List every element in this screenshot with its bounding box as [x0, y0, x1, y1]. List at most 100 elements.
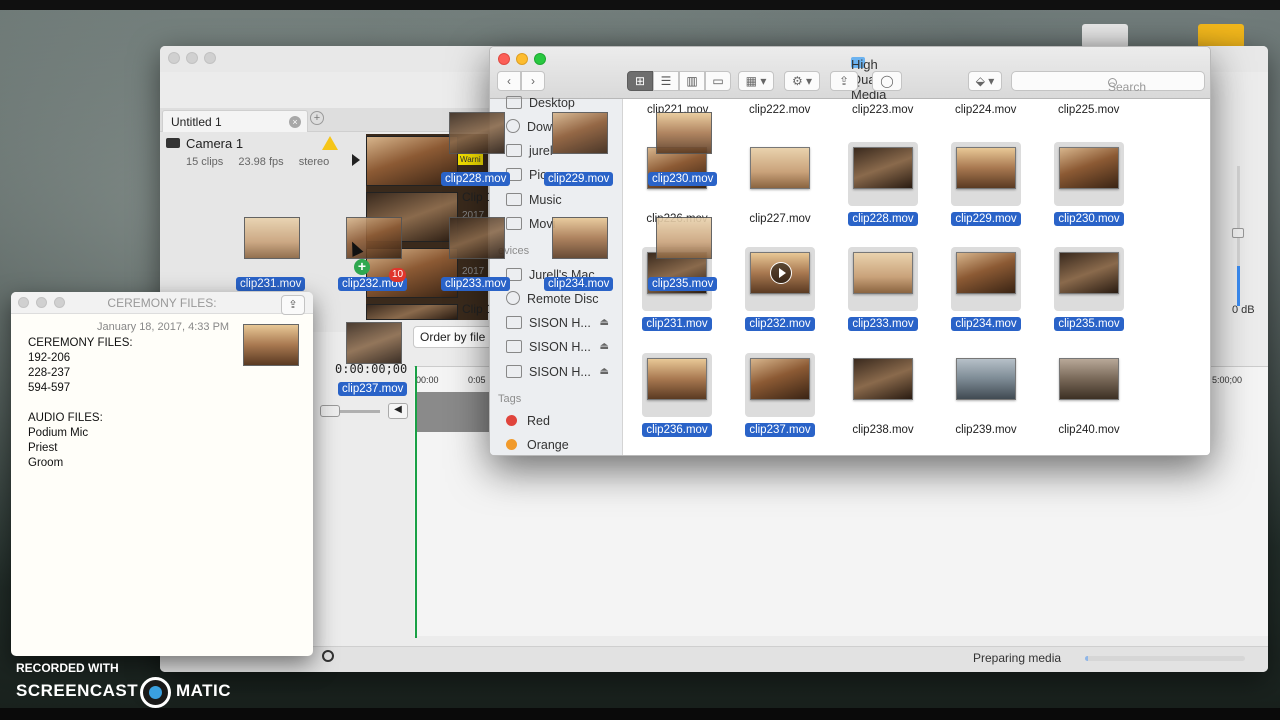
playhead[interactable]: [415, 366, 417, 638]
desktop-folder-icon[interactable]: [1198, 24, 1244, 48]
file-name: clip229.mov: [934, 212, 1038, 226]
finder-title-text: High Quality Media: [851, 57, 891, 102]
desktop-icon: [506, 96, 522, 109]
add-tab-button[interactable]: +: [310, 111, 324, 125]
arrange-button[interactable]: ▦ ▾: [738, 71, 774, 91]
zoom-in-icon[interactable]: [322, 650, 334, 662]
file-name: clip236.mov: [625, 423, 729, 437]
file-name-text: clip234.mov: [951, 317, 1021, 331]
file-name: clip232.mov: [728, 317, 832, 331]
dragged-clip-thumbnail: [656, 217, 712, 259]
drive-icon: [506, 316, 522, 329]
tab-close-icon[interactable]: ×: [289, 116, 301, 128]
action-gear-button[interactable]: ⚙ ▾: [784, 71, 820, 91]
finder-minimize-button[interactable]: [516, 53, 528, 65]
tag-button[interactable]: ◯: [872, 71, 902, 91]
eject-icon[interactable]: ⏏: [600, 362, 609, 382]
share-icon[interactable]: ⇪: [281, 295, 305, 315]
dragged-clip-label: clip235.mov: [648, 277, 718, 291]
sidebar-item-label: Orange: [527, 438, 569, 452]
sidebar-item-drive[interactable]: SISON H... ⏏: [506, 337, 621, 357]
file-item[interactable]: clip240.mov: [1037, 352, 1141, 452]
editor-minimize-button[interactable]: [186, 52, 198, 64]
video-thumbnail: [956, 252, 1016, 294]
sidebar-tag-orange[interactable]: Orange: [506, 435, 621, 455]
audio-waveform[interactable]: [416, 392, 490, 432]
sidebar-item-label: SISON H...: [529, 365, 591, 379]
back-button[interactable]: ‹: [497, 71, 521, 91]
file-item[interactable]: clip230.mov: [1037, 141, 1141, 241]
file-item[interactable]: clip235.mov: [1037, 246, 1141, 346]
eject-icon[interactable]: ⏏: [600, 337, 609, 357]
file-item[interactable]: clip239.mov: [934, 352, 1038, 452]
sidebar-item-label: SISON H...: [529, 340, 591, 354]
cover-flow-button[interactable]: ▭: [705, 71, 731, 91]
warning-icon[interactable]: [322, 136, 338, 150]
file-name-text: clip229.mov: [951, 212, 1021, 226]
search-field[interactable]: Search: [1011, 71, 1205, 94]
sidebar-item-drive[interactable]: SISON H... ⏏: [506, 313, 621, 333]
file-item[interactable]: clip234.mov: [934, 246, 1038, 346]
sidebar-item-desktop[interactable]: Desktop: [506, 93, 621, 113]
strip-frame[interactable]: [366, 304, 458, 320]
file-item[interactable]: clip232.mov: [728, 246, 832, 346]
volume-knob[interactable]: [1232, 228, 1244, 238]
file-item[interactable]: clip229.mov: [934, 141, 1038, 241]
file-name: clip238.mov: [831, 424, 935, 436]
notes-titlebar: CEREMONY FILES: ⇪: [11, 292, 313, 315]
zoom-slider-knob[interactable]: [320, 405, 340, 417]
column-view-button[interactable]: ▥: [679, 71, 705, 91]
video-thumbnail: [750, 147, 810, 189]
drive-icon: [506, 340, 522, 353]
dragged-clip-thumbnail: [449, 112, 505, 154]
file-name: clip227.mov: [728, 213, 832, 225]
sidebar-item-drive[interactable]: SISON H... ⏏: [506, 362, 621, 382]
file-item[interactable]: clip237.mov: [728, 352, 832, 452]
file-item[interactable]: clip227.mov: [728, 141, 832, 241]
file-item[interactable]: clip233.mov: [831, 246, 935, 346]
order-by-file-button[interactable]: Order by file: [413, 326, 493, 348]
share-button[interactable]: ⇪: [830, 71, 858, 91]
editor-zoom-button[interactable]: [204, 52, 216, 64]
file-name-text: clip231.mov: [642, 317, 712, 331]
dragged-clip: clip237.mov: [338, 322, 414, 406]
disclosure-triangle-icon[interactable]: [352, 154, 360, 166]
sidebar-tag-red[interactable]: Red: [506, 411, 621, 431]
status-text: Preparing media: [973, 651, 1062, 665]
file-name: clip233.mov: [831, 317, 935, 331]
play-icon[interactable]: [770, 262, 792, 284]
notes-title: CEREMONY FILES:: [107, 296, 217, 310]
search-placeholder: Search: [1108, 80, 1147, 94]
dragged-clip-label: clip231.mov: [236, 277, 306, 291]
ruler-tick: 0:05: [468, 375, 486, 385]
dropbox-button[interactable]: ⬙ ▾: [968, 71, 1002, 91]
project-tab-title: Untitled 1: [171, 115, 222, 129]
finder-close-button[interactable]: [498, 53, 510, 65]
finder-toolbar: High Quality Media ‹ › ⊞ ☰ ▥ ▭ ▦ ▾ ⚙ ▾ ⇪…: [490, 47, 1210, 102]
watermark-brand-right: MATIC: [176, 681, 232, 700]
file-item[interactable]: clip236.mov: [625, 352, 729, 452]
file-name-text: clip236.mov: [642, 423, 712, 437]
note-line: 594-597: [28, 382, 71, 394]
camera-row[interactable]: Camera 1 15 clips 23.98 fps stereo: [164, 134, 364, 174]
video-thumbnail: [1059, 358, 1119, 400]
dragged-clip-thumbnail: [552, 112, 608, 154]
finder-zoom-button[interactable]: [534, 53, 546, 65]
editor-close-button[interactable]: [168, 52, 180, 64]
forward-button[interactable]: ›: [521, 71, 545, 91]
dragged-clip: clip232.mov: [338, 217, 414, 301]
list-view-button[interactable]: ☰: [653, 71, 679, 91]
desktop-document-icon[interactable]: [1082, 24, 1128, 48]
eject-icon[interactable]: ⏏: [600, 313, 609, 333]
icon-view-button[interactable]: ⊞: [627, 71, 653, 91]
preparing-progress: [1085, 656, 1245, 661]
video-thumbnail: [647, 358, 707, 400]
screencast-logo-dot: [149, 686, 162, 699]
sidebar-heading-tags: Tags: [498, 393, 522, 405]
camera-fps: 23.98 fps: [238, 156, 284, 168]
file-item[interactable]: clip238.mov: [831, 352, 935, 452]
file-name-text: clip228.mov: [848, 212, 918, 226]
file-name-text: clip230.mov: [1054, 212, 1124, 226]
project-tab[interactable]: Untitled 1 ×: [162, 110, 308, 132]
file-item[interactable]: clip228.mov: [831, 141, 935, 241]
